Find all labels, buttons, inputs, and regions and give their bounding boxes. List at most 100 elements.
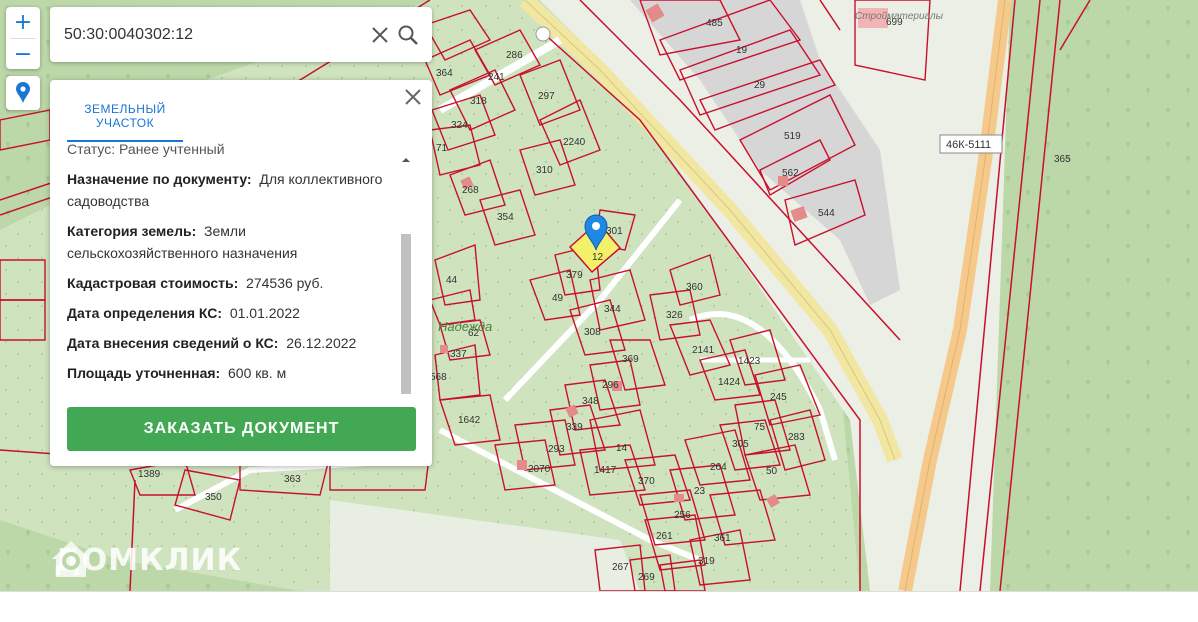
parcel-label: 293 bbox=[548, 444, 565, 455]
field-label: Площадь уточненная: bbox=[67, 365, 221, 381]
parcel-label: 269 bbox=[638, 572, 655, 583]
parcel-label: 348 bbox=[582, 396, 599, 407]
field-label: Дата определения КС: bbox=[67, 305, 223, 321]
parcel-label: 19 bbox=[736, 45, 748, 56]
parcel-label: 286 bbox=[506, 50, 523, 61]
clear-icon[interactable] bbox=[370, 25, 390, 45]
tab-label-line2: УЧАСТОК bbox=[95, 116, 155, 130]
search-icon[interactable] bbox=[397, 24, 419, 46]
road-label: 46К-5111 bbox=[946, 139, 991, 151]
parcel-label: 301 bbox=[606, 226, 623, 237]
field-row: Дата определения КС: 01.01.2022 bbox=[67, 302, 397, 324]
parcel-label: 49 bbox=[552, 293, 564, 304]
close-icon[interactable] bbox=[404, 88, 422, 106]
parcel-label: 75 bbox=[754, 422, 766, 433]
house-logo-icon bbox=[52, 541, 90, 577]
domclick-logo: ДОМКЛИК bbox=[48, 535, 242, 585]
parcel-label: 44 bbox=[446, 275, 458, 286]
field-label: Кадастровая стоимость: bbox=[67, 275, 239, 291]
parcel-label: 364 bbox=[436, 68, 453, 79]
scroll-up-icon[interactable] bbox=[400, 155, 412, 165]
field-value: 274536 руб. bbox=[246, 275, 324, 291]
parcel-info-panel: ЗЕМЕЛЬНЫЙ УЧАСТОК Статус: Ранее учтенный… bbox=[50, 80, 432, 466]
parcel-label: 360 bbox=[686, 282, 703, 293]
parcel-label: 297 bbox=[538, 91, 555, 102]
parcel-label: 1423 bbox=[738, 356, 761, 367]
search-input[interactable] bbox=[62, 20, 356, 50]
zoom-controls: + − bbox=[6, 7, 40, 69]
zoom-in-button[interactable]: + bbox=[6, 7, 40, 38]
tab-label-line1: ЗЕМЕЛЬНЫЙ bbox=[84, 102, 166, 116]
parcel-label: 2240 bbox=[563, 137, 586, 148]
parcel-label: 310 bbox=[536, 165, 553, 176]
parcel-label: 1642 bbox=[458, 415, 481, 426]
field-label: Дата внесения сведений о КС: bbox=[67, 335, 279, 351]
parcel-label: 2141 bbox=[692, 345, 715, 356]
parcel-label: 324 bbox=[451, 120, 468, 131]
field-row: Дата внесения сведений о КС: 26.12.2022 bbox=[67, 332, 397, 354]
parcel-label: 1424 bbox=[718, 377, 741, 388]
parcel-label: 318 bbox=[470, 96, 487, 107]
parcel-label: 264 bbox=[710, 462, 727, 473]
parcel-label: 337 bbox=[450, 349, 467, 360]
search-box bbox=[50, 7, 432, 62]
parcel-label: 1389 bbox=[138, 469, 161, 480]
field-value: 26.12.2022 bbox=[286, 335, 357, 351]
parcel-label: 29 bbox=[754, 80, 766, 91]
parcel-label: 296 bbox=[602, 380, 619, 391]
parcel-label: 319 bbox=[698, 556, 715, 567]
parcel-label: 361 bbox=[714, 533, 731, 544]
field-row: Площадь уточненная: 600 кв. м bbox=[67, 362, 397, 384]
parcel-label: 256 bbox=[674, 510, 691, 521]
bottom-strip bbox=[0, 591, 1198, 622]
parcel-label: 2070 bbox=[528, 464, 551, 475]
parcel-label: 370 bbox=[638, 476, 655, 487]
parcel-label: 544 bbox=[818, 208, 835, 219]
parcel-label: 268 bbox=[462, 185, 479, 196]
parcel-label: 14 bbox=[616, 443, 628, 454]
tab-land-parcel[interactable]: ЗЕМЕЛЬНЫЙ УЧАСТОК bbox=[67, 102, 183, 130]
field-label: Назначение по документу: bbox=[67, 171, 252, 187]
parcel-label: 267 bbox=[612, 562, 629, 573]
area-label: Надежда bbox=[438, 319, 492, 334]
location-pin-icon bbox=[16, 82, 30, 103]
scrollbar-thumb[interactable] bbox=[401, 234, 411, 394]
order-document-button[interactable]: ЗАКАЗАТЬ ДОКУМЕНТ bbox=[67, 407, 416, 451]
shop-label: Стройматериалы bbox=[855, 11, 944, 22]
parcel-label: 339 bbox=[566, 422, 583, 433]
field-label: Категория земель: bbox=[67, 223, 197, 239]
parcel-label: 326 bbox=[666, 310, 683, 321]
parcel-label: 308 bbox=[584, 327, 601, 338]
parcel-label: 369 bbox=[622, 354, 639, 365]
field-row: Кадастровая стоимость: 274536 руб. bbox=[67, 272, 397, 294]
parcel-label: 344 bbox=[604, 304, 621, 315]
parcel-label: 568 bbox=[430, 372, 447, 383]
parcel-label: 363 bbox=[284, 474, 301, 485]
panel-content: Статус: Ранее учтенный Назначение по док… bbox=[67, 142, 397, 398]
parcel-label: 379 bbox=[566, 270, 583, 281]
zoom-out-button[interactable]: − bbox=[6, 39, 40, 70]
selected-parcel-label: 12 bbox=[592, 252, 604, 263]
road-label-badge: 46К-5111 bbox=[939, 134, 1003, 154]
locate-button[interactable] bbox=[6, 76, 40, 110]
status-row-partial: Статус: Ранее учтенный bbox=[67, 142, 225, 157]
parcel-label: 50 bbox=[766, 466, 778, 477]
parcel-label: 365 bbox=[1054, 154, 1071, 165]
field-value: 01.01.2022 bbox=[229, 305, 300, 321]
field-row: Назначение по документу: Для коллективно… bbox=[67, 168, 397, 212]
parcel-label: 71 bbox=[436, 143, 448, 154]
parcel-label: 1417 bbox=[594, 465, 617, 476]
parcel-label: 562 bbox=[782, 168, 799, 179]
parcel-label: 245 bbox=[770, 392, 787, 403]
parcel-label: 519 bbox=[784, 131, 801, 142]
field-value: 600 кв. м bbox=[228, 365, 287, 381]
parcel-label: 350 bbox=[205, 492, 222, 503]
parcel-label: 485 bbox=[706, 18, 723, 29]
parcel-label: 283 bbox=[788, 432, 805, 443]
field-row: Категория земель: Земли сельскохозяйстве… bbox=[67, 220, 397, 264]
parcel-label: 241 bbox=[488, 72, 505, 83]
parcel-label: 23 bbox=[694, 486, 706, 497]
parcel-label: 261 bbox=[656, 531, 673, 542]
parcel-label: 354 bbox=[497, 212, 514, 223]
poi-marker-icon bbox=[535, 26, 551, 42]
